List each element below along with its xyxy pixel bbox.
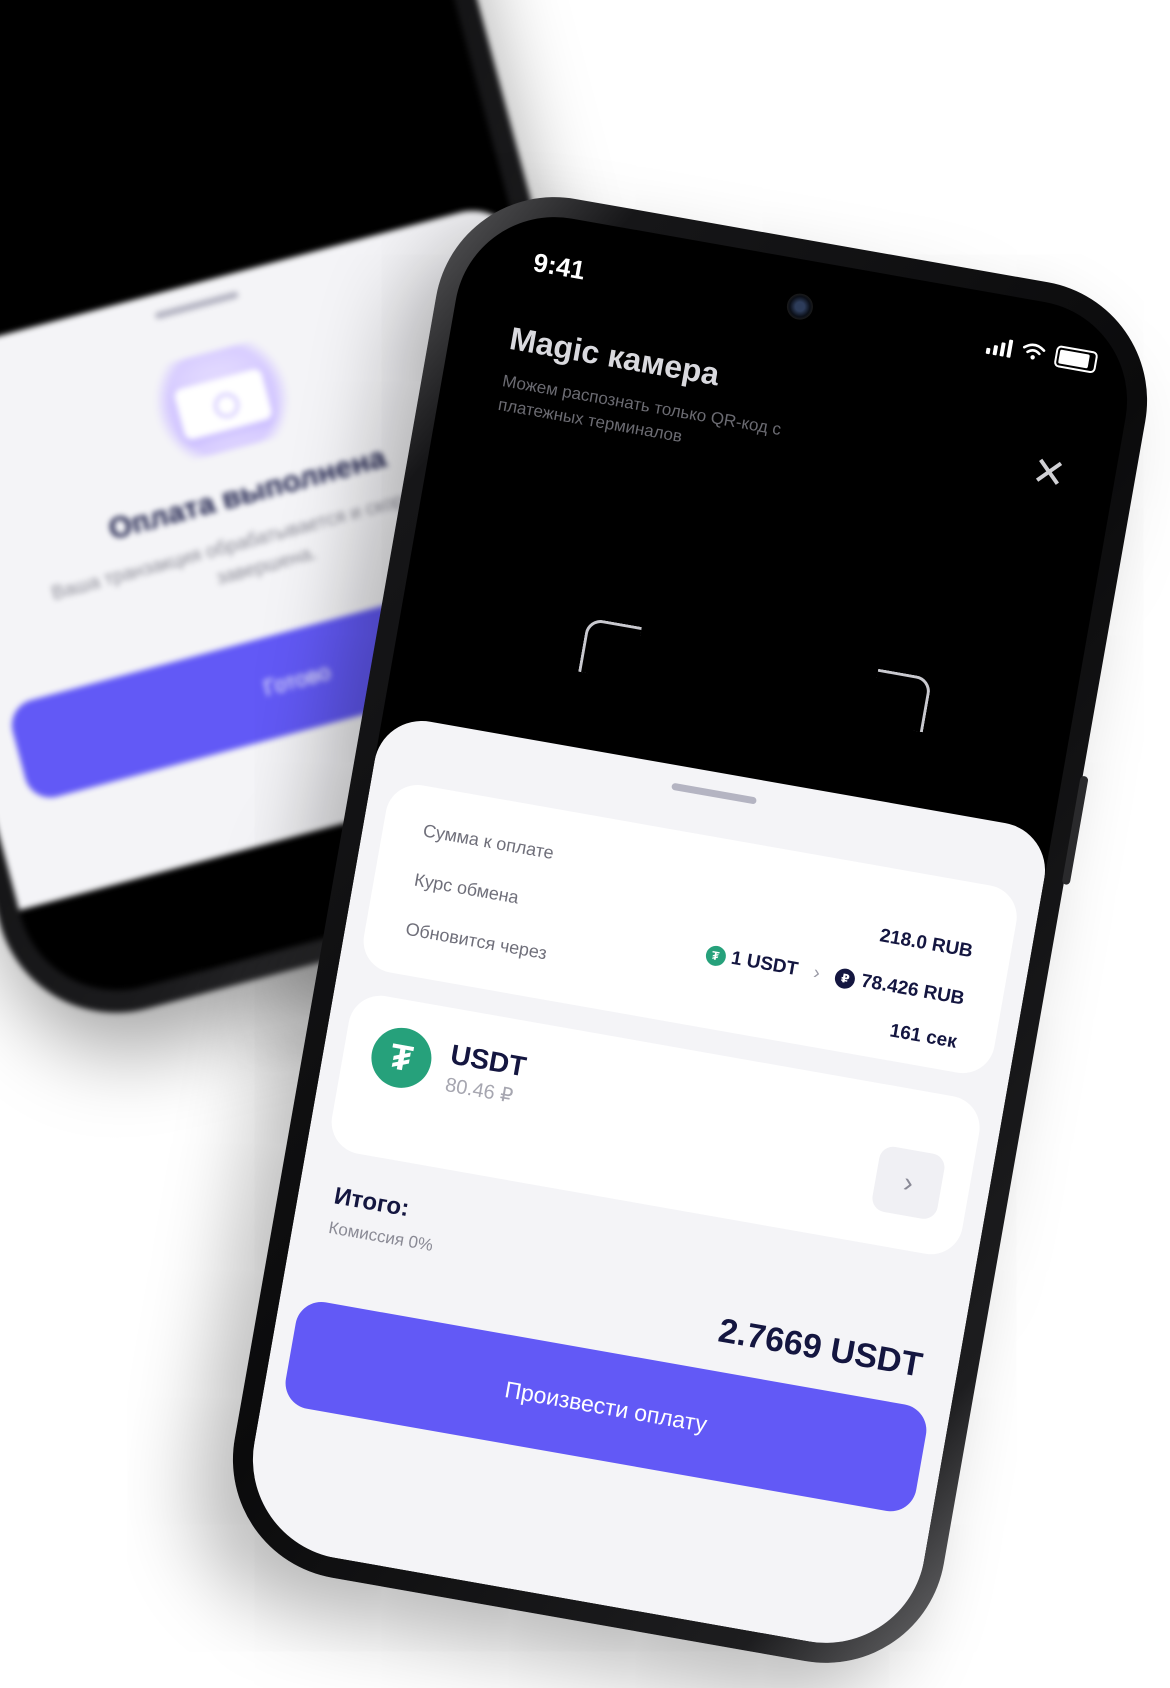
tether-mini-icon: ₮ — [703, 944, 728, 968]
ruble-mini-icon: ₽ — [833, 967, 857, 991]
total-amount: 2.7669 USDT — [715, 1311, 926, 1385]
battery-icon — [1053, 344, 1099, 374]
banknote-card — [173, 367, 274, 442]
tether-icon: ₮ — [366, 1023, 437, 1093]
chevron-right-icon: › — [811, 962, 822, 985]
sheet-handle — [154, 290, 240, 320]
total-label: Итого: — [332, 1182, 412, 1223]
wifi-icon — [1022, 343, 1046, 360]
sheet-handle[interactable] — [671, 782, 758, 805]
signal-icon — [985, 334, 1014, 358]
commission-text: Комиссия 0% — [327, 1217, 435, 1255]
rate-label: Курс обмена — [412, 869, 521, 908]
close-icon[interactable]: ✕ — [1028, 449, 1070, 498]
rate-to: 78.426 RUB — [859, 970, 966, 1010]
payment-sheet: Сумма к оплате 218.0 RUB Курс обмена ₮ 1… — [237, 713, 1053, 1659]
front-camera — [784, 291, 815, 322]
coin-icon — [211, 390, 242, 421]
scan-frame-top-right — [868, 668, 933, 733]
payment-illustration — [136, 332, 308, 469]
chevron-right-icon[interactable]: › — [870, 1144, 947, 1221]
amount-value: 218.0 RUB — [878, 925, 975, 963]
status-icons — [985, 333, 1099, 374]
refresh-countdown: 161 сек — [888, 1020, 959, 1053]
scan-frame-top-left — [578, 617, 642, 682]
rate-from: 1 USDT — [729, 947, 800, 981]
refresh-label: Обновится через — [404, 918, 549, 964]
amount-label: Сумма к оплате — [421, 820, 556, 864]
status-time: 9:41 — [531, 246, 588, 286]
camera-subtitle: Можем распознать только QR-код с платежн… — [496, 371, 783, 446]
